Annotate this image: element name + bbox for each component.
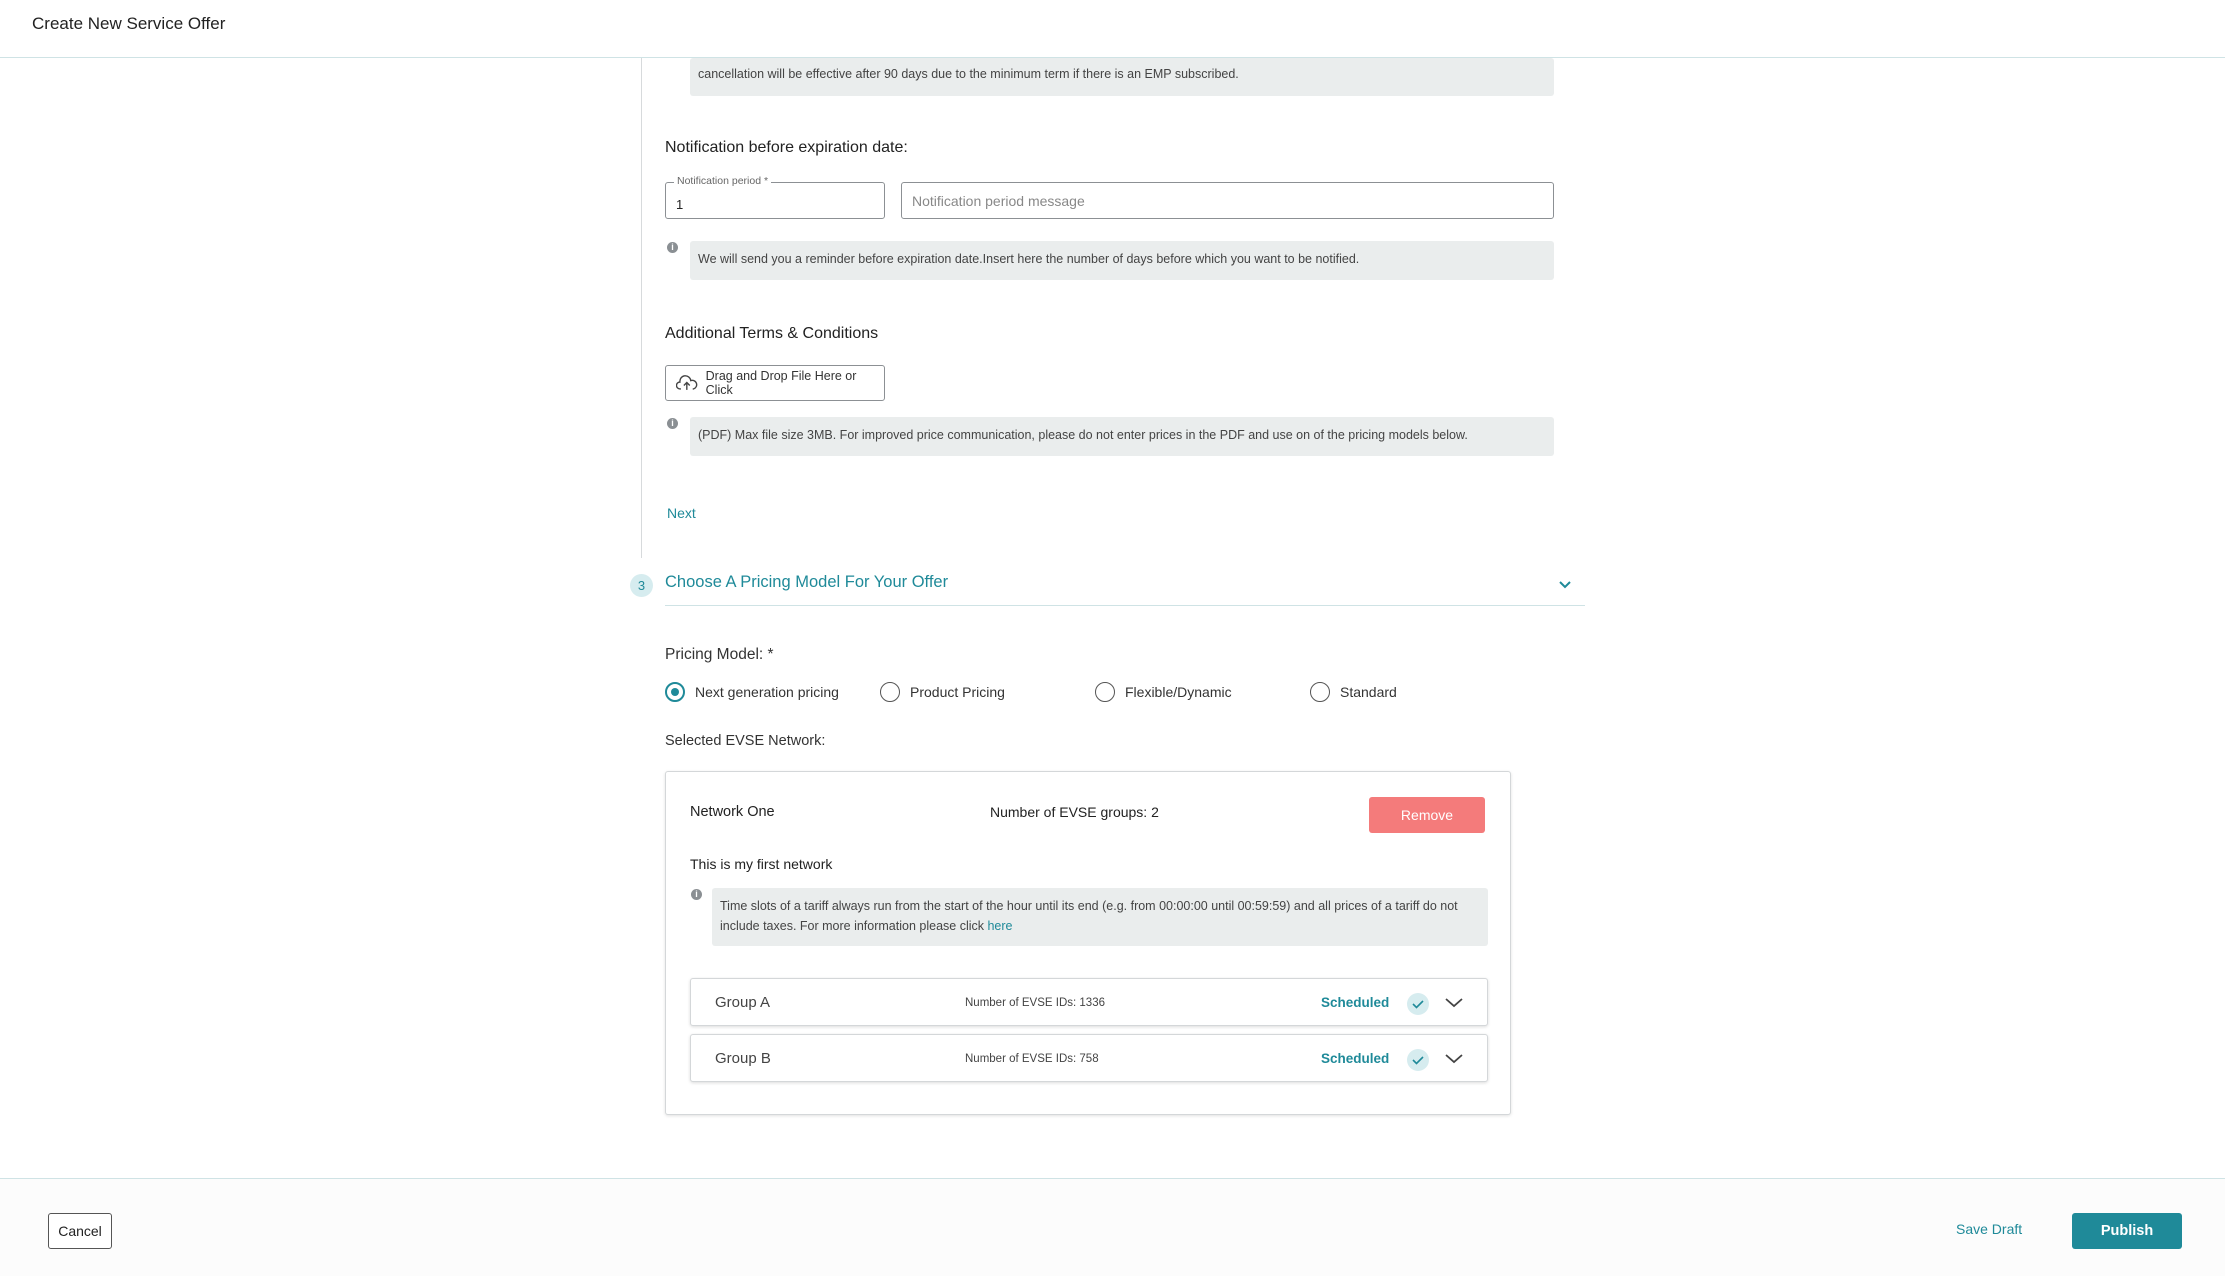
group-status: Scheduled — [1321, 1051, 1390, 1066]
chevron-down-icon[interactable] — [1443, 1050, 1465, 1068]
group-row-b[interactable]: Group B Number of EVSE IDs: 758 Schedule… — [690, 1034, 1488, 1082]
top-bar: Create New Service Offer — [0, 0, 2225, 58]
radio-label: Next generation pricing — [695, 684, 839, 700]
group-status: Scheduled — [1321, 995, 1390, 1010]
group-name: Group B — [715, 1050, 771, 1067]
step-number-badge: 3 — [630, 574, 653, 597]
cloud-upload-icon — [676, 375, 698, 390]
check-icon — [1407, 1049, 1429, 1071]
file-upload-label: Drag and Drop File Here or Click — [705, 369, 857, 397]
notification-message-placeholder: Notification period message — [912, 193, 1085, 209]
tariff-info-box: Time slots of a tariff always run from t… — [712, 888, 1488, 946]
chevron-down-icon[interactable] — [1558, 580, 1572, 590]
more-info-link[interactable]: here — [987, 919, 1012, 933]
terms-heading: Additional Terms & Conditions — [665, 325, 879, 342]
info-icon: i — [691, 889, 702, 900]
group-row-a[interactable]: Group A Number of EVSE IDs: 1336 Schedul… — [690, 978, 1488, 1026]
step-divider — [665, 605, 1585, 606]
info-icon: i — [667, 418, 678, 429]
network-card: Network One Number of EVSE groups: 2 Rem… — [665, 771, 1511, 1115]
radio-circle[interactable] — [1095, 682, 1115, 702]
pricing-model-label: Pricing Model: * — [665, 646, 774, 663]
notification-period-label: Notification period * — [674, 175, 772, 187]
notification-period-value: 1 — [676, 197, 684, 212]
radio-flexible-dynamic[interactable]: Flexible/Dynamic — [1095, 682, 1232, 702]
chevron-down-icon[interactable] — [1443, 994, 1465, 1012]
group-name: Group A — [715, 994, 771, 1011]
evse-network-label: Selected EVSE Network: — [665, 733, 826, 749]
notification-heading: Notification before expiration date: — [665, 139, 908, 156]
radio-circle[interactable] — [1310, 682, 1330, 702]
check-icon — [1407, 993, 1429, 1015]
footer-bar: Cancel Save Draft Publish — [0, 1178, 2225, 1276]
cancellation-info-box: cancellation will be effective after 90 … — [690, 58, 1554, 96]
group-evse-count: Number of EVSE IDs: 758 — [965, 1053, 1099, 1065]
next-button[interactable]: Next — [667, 505, 696, 521]
save-draft-button[interactable]: Save Draft — [1956, 1221, 2022, 1237]
group-evse-count: Number of EVSE IDs: 1336 — [965, 997, 1105, 1009]
notification-period-field[interactable]: Notification period * 1 — [665, 175, 885, 219]
file-upload-button[interactable]: Drag and Drop File Here or Click — [665, 365, 885, 401]
radio-label: Product Pricing — [910, 684, 1005, 700]
step-title[interactable]: Choose A Pricing Model For Your Offer — [665, 573, 948, 592]
network-description: This is my first network — [690, 856, 833, 872]
notification-info-text: We will send you a reminder before expir… — [698, 252, 1360, 266]
radio-standard[interactable]: Standard — [1310, 682, 1397, 702]
cancel-button[interactable]: Cancel — [48, 1213, 112, 1249]
network-name: Network One — [690, 804, 775, 820]
terms-info-box: (PDF) Max file size 3MB. For improved pr… — [690, 417, 1554, 456]
cancellation-info-text: cancellation will be effective after 90 … — [698, 67, 1239, 81]
remove-network-button[interactable]: Remove — [1369, 797, 1485, 833]
radio-label: Standard — [1340, 684, 1397, 700]
page-title: Create New Service Offer — [32, 14, 226, 33]
publish-button[interactable]: Publish — [2072, 1213, 2182, 1249]
radio-next-generation-pricing[interactable]: Next generation pricing — [665, 682, 839, 702]
main-content: cancellation will be effective after 90 … — [0, 58, 2225, 1178]
radio-label: Flexible/Dynamic — [1125, 684, 1232, 700]
terms-info-text: (PDF) Max file size 3MB. For improved pr… — [698, 428, 1468, 442]
notification-info-box: We will send you a reminder before expir… — [690, 241, 1554, 280]
stepper-line — [641, 58, 642, 558]
notification-message-input[interactable]: Notification period message — [901, 182, 1554, 219]
radio-circle[interactable] — [880, 682, 900, 702]
radio-product-pricing[interactable]: Product Pricing — [880, 682, 1005, 702]
radio-circle[interactable] — [665, 682, 685, 702]
evse-group-count: Number of EVSE groups: 2 — [990, 804, 1159, 820]
tariff-info-text: Time slots of a tariff always run from t… — [720, 899, 1458, 933]
info-icon: i — [667, 242, 678, 253]
